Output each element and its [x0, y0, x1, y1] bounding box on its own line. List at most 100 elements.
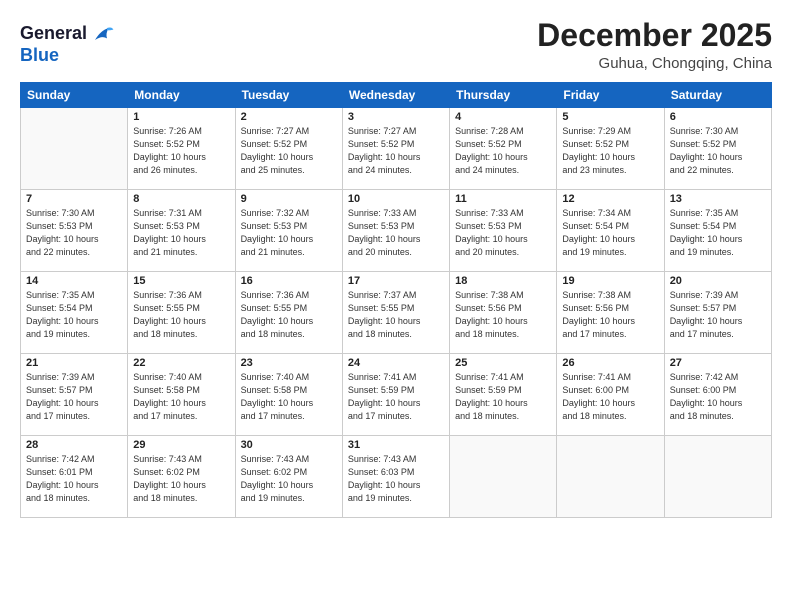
day-number: 9: [241, 193, 337, 205]
day-info: Sunrise: 7:36 AMSunset: 5:55 PMDaylight:…: [133, 289, 229, 341]
logo-text-general: General: [20, 24, 87, 44]
day-number: 17: [348, 275, 444, 287]
day-number: 6: [670, 111, 766, 123]
logo-bird-icon: [91, 22, 115, 46]
day-number: 10: [348, 193, 444, 205]
day-number: 18: [455, 275, 551, 287]
day-number: 12: [562, 193, 658, 205]
day-info: Sunrise: 7:30 AMSunset: 5:53 PMDaylight:…: [26, 207, 122, 259]
col-tuesday: Tuesday: [235, 83, 342, 108]
table-row: 7 Sunrise: 7:30 AMSunset: 5:53 PMDaylight…: [21, 190, 128, 272]
location: Guhua, Chongqing, China: [537, 55, 772, 72]
day-info: Sunrise: 7:37 AMSunset: 5:55 PMDaylight:…: [348, 289, 444, 341]
table-row: 6 Sunrise: 7:30 AMSunset: 5:52 PMDaylight…: [664, 108, 771, 190]
table-row: 28Sunrise: 7:42 AMSunset: 6:01 PMDayligh…: [21, 436, 128, 518]
table-row: 29Sunrise: 7:43 AMSunset: 6:02 PMDayligh…: [128, 436, 235, 518]
day-info: Sunrise: 7:41 AMSunset: 6:00 PMDaylight:…: [562, 371, 658, 423]
day-number: 16: [241, 275, 337, 287]
day-number: 8: [133, 193, 229, 205]
day-number: 28: [26, 439, 122, 451]
table-row: 21Sunrise: 7:39 AMSunset: 5:57 PMDayligh…: [21, 354, 128, 436]
calendar-week-row: 28Sunrise: 7:42 AMSunset: 6:01 PMDayligh…: [21, 436, 772, 518]
day-info: Sunrise: 7:35 AMSunset: 5:54 PMDaylight:…: [26, 289, 122, 341]
day-number: 22: [133, 357, 229, 369]
day-info: Sunrise: 7:43 AMSunset: 6:02 PMDaylight:…: [241, 453, 337, 505]
day-number: 24: [348, 357, 444, 369]
day-number: 5: [562, 111, 658, 123]
calendar-header-row: Sunday Monday Tuesday Wednesday Thursday…: [21, 83, 772, 108]
table-row: 25 Sunrise: 7:41 AMSunset: 5:59 PMDayligh…: [450, 354, 557, 436]
calendar-week-row: 1 Sunrise: 7:26 AMSunset: 5:52 PMDaylight…: [21, 108, 772, 190]
day-number: 27: [670, 357, 766, 369]
calendar-week-row: 21Sunrise: 7:39 AMSunset: 5:57 PMDayligh…: [21, 354, 772, 436]
header: General Blue December 2025 Guhua, Chongq…: [20, 18, 772, 72]
day-number: 15: [133, 275, 229, 287]
day-number: 25: [455, 357, 551, 369]
day-info: Sunrise: 7:41 AMSunset: 5:59 PMDaylight:…: [348, 371, 444, 423]
col-sunday: Sunday: [21, 83, 128, 108]
table-row: 20 Sunrise: 7:39 AMSunset: 5:57 PMDayligh…: [664, 272, 771, 354]
table-row: 11 Sunrise: 7:33 AMSunset: 5:53 PMDayligh…: [450, 190, 557, 272]
day-info: Sunrise: 7:42 AMSunset: 6:00 PMDaylight:…: [670, 371, 766, 423]
day-number: 1: [133, 111, 229, 123]
table-row: 15 Sunrise: 7:36 AMSunset: 5:55 PMDayligh…: [128, 272, 235, 354]
month-title: December 2025: [537, 18, 772, 53]
day-info: Sunrise: 7:40 AMSunset: 5:58 PMDaylight:…: [241, 371, 337, 423]
day-info: Sunrise: 7:30 AMSunset: 5:52 PMDaylight:…: [670, 125, 766, 177]
table-row: 3 Sunrise: 7:27 AMSunset: 5:52 PMDaylight…: [342, 108, 449, 190]
table-row: 8 Sunrise: 7:31 AMSunset: 5:53 PMDaylight…: [128, 190, 235, 272]
day-number: 7: [26, 193, 122, 205]
day-info: Sunrise: 7:32 AMSunset: 5:53 PMDaylight:…: [241, 207, 337, 259]
day-number: 31: [348, 439, 444, 451]
table-row: 22 Sunrise: 7:40 AMSunset: 5:58 PMDayligh…: [128, 354, 235, 436]
table-row: [557, 436, 664, 518]
table-row: [664, 436, 771, 518]
day-info: Sunrise: 7:31 AMSunset: 5:53 PMDaylight:…: [133, 207, 229, 259]
day-number: 26: [562, 357, 658, 369]
day-number: 20: [670, 275, 766, 287]
table-row: 5Sunrise: 7:29 AMSunset: 5:52 PMDaylight…: [557, 108, 664, 190]
day-info: Sunrise: 7:36 AMSunset: 5:55 PMDaylight:…: [241, 289, 337, 341]
col-thursday: Thursday: [450, 83, 557, 108]
title-block: December 2025 Guhua, Chongqing, China: [537, 18, 772, 72]
col-wednesday: Wednesday: [342, 83, 449, 108]
page: General Blue December 2025 Guhua, Chongq…: [0, 0, 792, 612]
day-number: 4: [455, 111, 551, 123]
col-saturday: Saturday: [664, 83, 771, 108]
day-number: 11: [455, 193, 551, 205]
table-row: 31 Sunrise: 7:43 AMSunset: 6:03 PMDayligh…: [342, 436, 449, 518]
day-info: Sunrise: 7:38 AMSunset: 5:56 PMDaylight:…: [562, 289, 658, 341]
table-row: 13 Sunrise: 7:35 AMSunset: 5:54 PMDayligh…: [664, 190, 771, 272]
day-info: Sunrise: 7:43 AMSunset: 6:03 PMDaylight:…: [348, 453, 444, 505]
table-row: 12 Sunrise: 7:34 AMSunset: 5:54 PMDayligh…: [557, 190, 664, 272]
day-info: Sunrise: 7:33 AMSunset: 5:53 PMDaylight:…: [348, 207, 444, 259]
day-number: 23: [241, 357, 337, 369]
day-info: Sunrise: 7:34 AMSunset: 5:54 PMDaylight:…: [562, 207, 658, 259]
table-row: [21, 108, 128, 190]
day-info: Sunrise: 7:40 AMSunset: 5:58 PMDaylight:…: [133, 371, 229, 423]
day-number: 3: [348, 111, 444, 123]
table-row: 1 Sunrise: 7:26 AMSunset: 5:52 PMDaylight…: [128, 108, 235, 190]
day-info: Sunrise: 7:27 AMSunset: 5:52 PMDaylight:…: [241, 125, 337, 177]
day-info: Sunrise: 7:39 AMSunset: 5:57 PMDaylight:…: [670, 289, 766, 341]
table-row: 27 Sunrise: 7:42 AMSunset: 6:00 PMDayligh…: [664, 354, 771, 436]
day-info: Sunrise: 7:43 AMSunset: 6:02 PMDaylight:…: [133, 453, 229, 505]
table-row: 16 Sunrise: 7:36 AMSunset: 5:55 PMDayligh…: [235, 272, 342, 354]
table-row: 26 Sunrise: 7:41 AMSunset: 6:00 PMDayligh…: [557, 354, 664, 436]
day-number: 14: [26, 275, 122, 287]
logo-text-blue: Blue: [20, 46, 115, 66]
logo: General Blue: [20, 22, 115, 66]
day-info: Sunrise: 7:27 AMSunset: 5:52 PMDaylight:…: [348, 125, 444, 177]
day-info: Sunrise: 7:26 AMSunset: 5:52 PMDaylight:…: [133, 125, 229, 177]
day-info: Sunrise: 7:41 AMSunset: 5:59 PMDaylight:…: [455, 371, 551, 423]
table-row: 10 Sunrise: 7:33 AMSunset: 5:53 PMDayligh…: [342, 190, 449, 272]
day-number: 13: [670, 193, 766, 205]
table-row: 23 Sunrise: 7:40 AMSunset: 5:58 PMDayligh…: [235, 354, 342, 436]
day-info: Sunrise: 7:33 AMSunset: 5:53 PMDaylight:…: [455, 207, 551, 259]
day-number: 19: [562, 275, 658, 287]
day-info: Sunrise: 7:28 AMSunset: 5:52 PMDaylight:…: [455, 125, 551, 177]
col-monday: Monday: [128, 83, 235, 108]
table-row: 30Sunrise: 7:43 AMSunset: 6:02 PMDayligh…: [235, 436, 342, 518]
day-info: Sunrise: 7:35 AMSunset: 5:54 PMDaylight:…: [670, 207, 766, 259]
table-row: 24 Sunrise: 7:41 AMSunset: 5:59 PMDayligh…: [342, 354, 449, 436]
